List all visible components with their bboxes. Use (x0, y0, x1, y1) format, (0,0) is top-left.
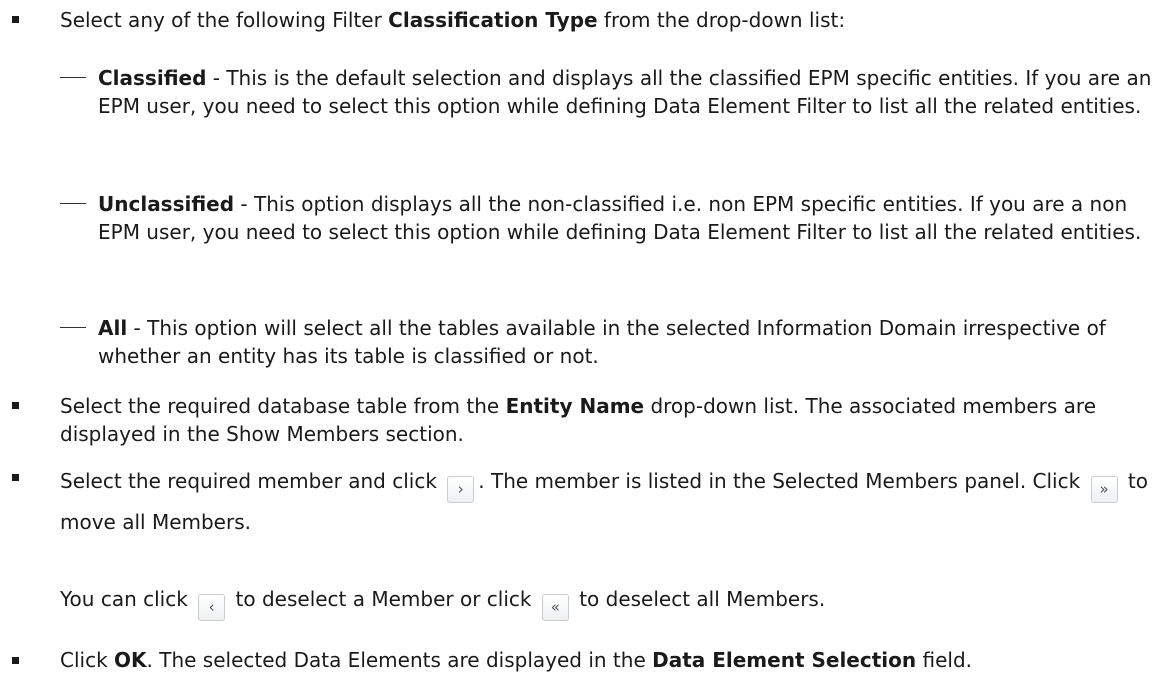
sub-item-classified: Classified - This is the default selecti… (98, 66, 1152, 118)
remove-all-icon[interactable]: « (541, 594, 569, 621)
sub-item-unclassified: Unclassified - This option displays all … (98, 192, 1142, 244)
sub-item-all: All - This option will select all the ta… (98, 316, 1106, 368)
list-item-select-member: Select the required member and click ›. … (60, 469, 1148, 534)
list-item-entity-name: Select the required database table from … (60, 394, 1096, 446)
bullet-square (12, 474, 19, 481)
list-item-deselect-note: You can click ‹ to deselect a Member or … (60, 580, 1165, 621)
bullet-square (12, 402, 19, 409)
bullet-square (12, 16, 19, 23)
list-item-click-ok: Click OK. The selected Data Elements are… (60, 648, 972, 672)
dash-bullet (60, 203, 86, 204)
list-item-classification-type: Select any of the following Filter Class… (60, 8, 846, 32)
dash-bullet (60, 327, 86, 328)
move-selected-icon[interactable]: › (447, 476, 475, 503)
dash-bullet (60, 77, 86, 78)
document-page: Select any of the following Filter Class… (0, 0, 1173, 691)
move-all-icon[interactable]: » (1090, 476, 1118, 503)
remove-selected-icon[interactable]: ‹ (198, 594, 226, 621)
bullet-square (12, 657, 19, 664)
